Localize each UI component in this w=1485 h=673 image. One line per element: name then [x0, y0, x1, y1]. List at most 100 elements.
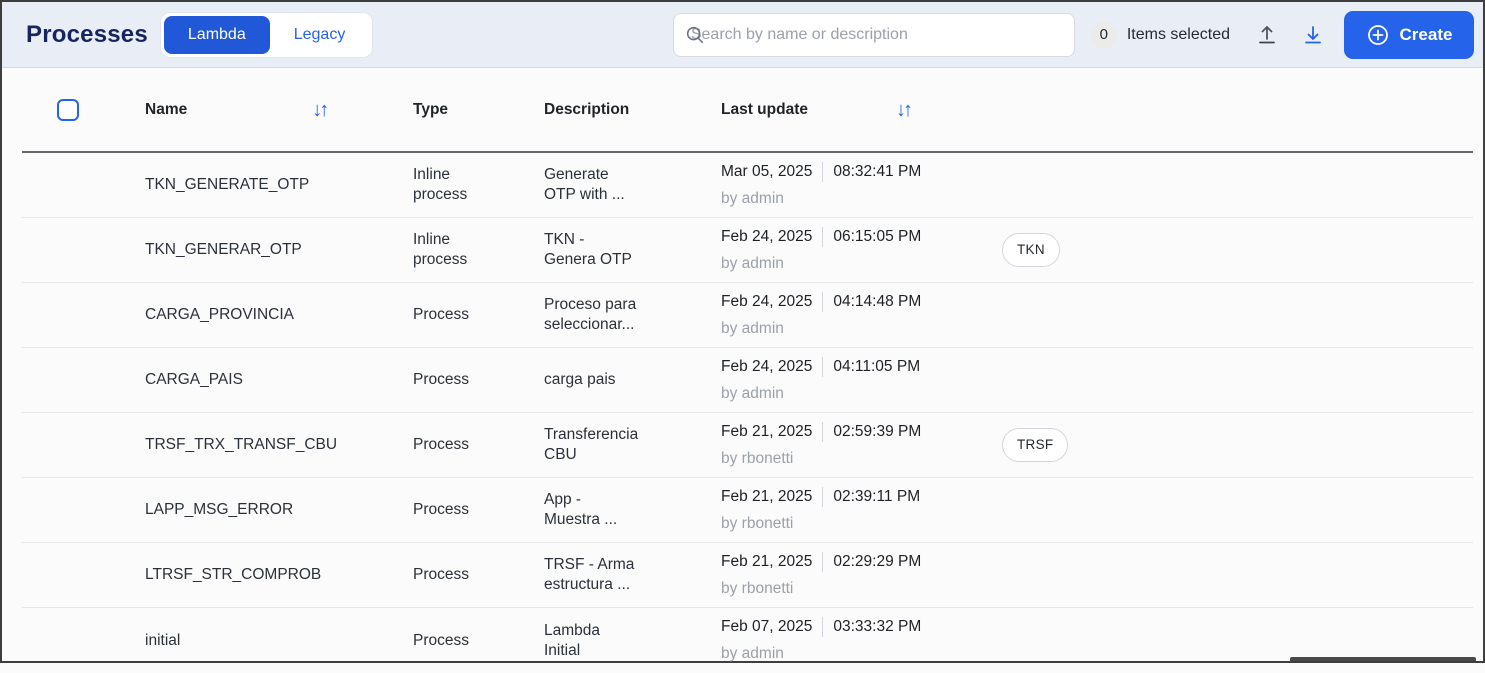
process-description: TRSF - Arma estructura ...	[544, 556, 635, 593]
process-description: Transferencia CBU	[544, 426, 639, 463]
last-update-cell: Feb 24, 2025 04:14:48 PM by admin	[721, 291, 1002, 339]
update-date: Mar 05, 2025	[721, 162, 813, 180]
page-title: Processes	[26, 20, 148, 48]
last-update-column-label: Last update	[721, 100, 808, 118]
update-time: 06:15:05 PM	[833, 227, 922, 245]
process-description: carga pais	[544, 371, 616, 389]
updated-by: by rbonetti	[721, 449, 794, 467]
update-date: Feb 07, 2025	[721, 618, 813, 636]
update-time: 08:32:41 PM	[833, 162, 922, 180]
process-name: TKN_GENERAR_OTP	[145, 241, 302, 259]
process-type: Inline process	[413, 231, 468, 268]
table-row[interactable]: TKN_GENERAR_OTP Inline process TKN - Gen…	[22, 218, 1473, 283]
updated-by: by admin	[721, 645, 784, 663]
last-update-cell: Feb 24, 2025 04:11:05 PM by admin	[721, 356, 1002, 404]
tag-badge: TRSF	[1002, 428, 1069, 462]
select-all-checkbox[interactable]	[57, 98, 79, 121]
column-header-last-update: Last update ↓↑	[721, 100, 1002, 120]
date-time-divider	[822, 486, 824, 507]
date-time-divider	[822, 161, 824, 182]
selection-cluster: 0 Items selected Create	[1090, 10, 1474, 59]
updated-by: by admin	[721, 189, 784, 207]
table-header-row: Name ↓↑ Type Description Last update ↓↑	[22, 68, 1473, 153]
tags-cell: TKN	[1002, 233, 1473, 267]
update-date: Feb 21, 2025	[721, 422, 813, 440]
last-update-cell: Feb 21, 2025 02:59:39 PM by rbonetti	[721, 421, 1002, 469]
process-description: Proceso para seleccionar...	[544, 296, 637, 333]
process-description: Lambda Initial	[544, 621, 601, 659]
last-update-cell: Mar 05, 2025 08:32:41 PM by admin	[721, 161, 1002, 209]
update-time: 04:11:05 PM	[833, 357, 921, 375]
table-body: TKN_GENERATE_OTP Inline process Generate…	[22, 153, 1473, 673]
table-row[interactable]: CARGA_PROVINCIA Process Proceso para sel…	[22, 283, 1473, 348]
updated-by: by admin	[721, 254, 784, 272]
process-name: LTRSF_STR_COMPROB	[145, 566, 322, 584]
date-time-divider	[822, 551, 824, 572]
name-column-label: Name	[145, 100, 188, 118]
process-type-toggle: Lambda Legacy	[159, 11, 374, 58]
plus-circle-icon	[1367, 24, 1388, 45]
update-date: Feb 24, 2025	[721, 227, 813, 245]
update-time: 04:14:48 PM	[833, 292, 922, 310]
tag-badge: TKN	[1002, 233, 1060, 267]
toggle-lambda[interactable]: Lambda	[163, 15, 270, 54]
update-time: 02:29:29 PM	[833, 552, 922, 570]
process-type: Process	[413, 566, 469, 584]
update-time: 02:39:11 PM	[833, 487, 921, 505]
process-name: initial	[145, 631, 181, 649]
update-date: Feb 24, 2025	[721, 292, 813, 310]
table-row[interactable]: LTRSF_STR_COMPROB Process TRSF - Arma es…	[22, 543, 1473, 608]
last-update-cell: Feb 07, 2025 03:33:32 PM by admin	[721, 617, 1002, 664]
create-button[interactable]: Create	[1344, 10, 1474, 59]
download-button[interactable]	[1300, 22, 1326, 48]
search-input[interactable]	[672, 12, 1075, 57]
date-time-divider	[822, 617, 824, 638]
upload-icon	[1259, 25, 1275, 43]
process-type: Process	[413, 436, 469, 454]
process-description: App - Muestra ...	[544, 491, 618, 528]
sort-name-icon[interactable]: ↓↑	[312, 100, 329, 120]
table-row[interactable]: LAPP_MSG_ERROR Process App - Muestra ...…	[22, 478, 1473, 543]
date-time-divider	[822, 291, 824, 312]
toggle-legacy[interactable]: Legacy	[270, 16, 370, 54]
table-row[interactable]: CARGA_PAIS Process carga pais Feb 24, 20…	[22, 348, 1473, 413]
last-update-cell: Feb 21, 2025 02:39:11 PM by rbonetti	[721, 486, 1002, 534]
search-container	[672, 12, 1075, 57]
upload-button[interactable]	[1254, 22, 1280, 48]
last-update-cell: Feb 21, 2025 02:29:29 PM by rbonetti	[721, 551, 1002, 599]
column-header-name: Name ↓↑	[145, 100, 413, 120]
selected-items-label: Items selected	[1126, 25, 1230, 43]
table-row[interactable]: initial Process Lambda Initial Feb 07, 2…	[22, 608, 1473, 673]
header-bar: Processes Lambda Legacy 0 Items selected	[2, 2, 1483, 68]
updated-by: by admin	[721, 319, 784, 337]
header-checkbox-cell	[22, 98, 145, 121]
table-row[interactable]: TRSF_TRX_TRANSF_CBU Process Transferenci…	[22, 413, 1473, 478]
update-date: Feb 21, 2025	[721, 487, 813, 505]
process-name: LAPP_MSG_ERROR	[145, 501, 294, 519]
process-name: TKN_GENERATE_OTP	[145, 176, 310, 194]
update-time: 02:59:39 PM	[833, 422, 922, 440]
process-name: CARGA_PROVINCIA	[145, 306, 295, 324]
process-table: Name ↓↑ Type Description Last update ↓↑ …	[22, 68, 1473, 673]
process-description: Generate OTP with ...	[544, 166, 625, 203]
selected-count-badge: 0	[1090, 21, 1117, 48]
column-header-description: Description	[544, 100, 630, 118]
create-button-label: Create	[1399, 24, 1453, 44]
download-icon	[1305, 25, 1321, 43]
table-row[interactable]: TKN_GENERATE_OTP Inline process Generate…	[22, 153, 1473, 218]
process-name: CARGA_PAIS	[145, 371, 243, 389]
process-name: TRSF_TRX_TRANSF_CBU	[145, 436, 338, 454]
sort-last-update-icon[interactable]: ↓↑	[896, 100, 913, 120]
date-time-divider	[822, 226, 824, 247]
update-date: Feb 24, 2025	[721, 357, 813, 375]
tags-cell: TRSF	[1002, 428, 1473, 462]
process-type: Process	[413, 501, 469, 519]
cutoff-element	[1290, 657, 1476, 661]
column-header-type: Type	[413, 100, 449, 118]
date-time-divider	[822, 421, 824, 442]
updated-by: by rbonetti	[721, 579, 794, 597]
update-date: Feb 21, 2025	[721, 552, 813, 570]
process-type: Process	[413, 371, 469, 389]
process-type: Process	[413, 631, 469, 649]
updated-by: by rbonetti	[721, 514, 794, 532]
